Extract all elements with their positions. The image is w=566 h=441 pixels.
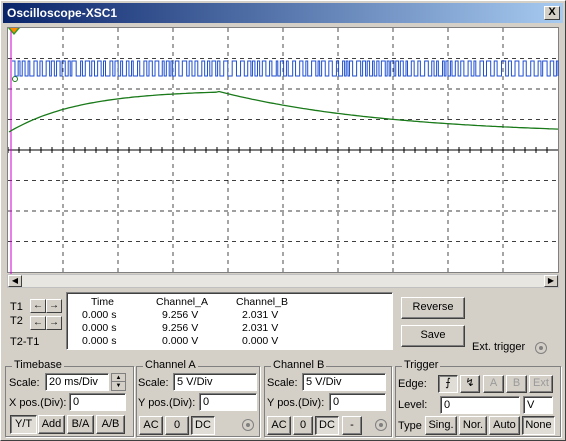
t2-t1-channel-a: 0.000 V [162,335,199,347]
trigger-level-field[interactable]: 0 [440,396,520,414]
ext-trigger-terminal-icon[interactable] [535,342,547,354]
trigger-level-unit[interactable]: V [523,396,553,414]
header-channel-a: Channel_A [156,296,208,308]
scope-graticule [8,28,559,274]
horizontal-scrollbar[interactable]: ◀ ▶ [7,274,559,288]
channel-b-title: Channel B [271,359,327,371]
trigger-source-a-button[interactable]: A [483,375,504,393]
channel-b-zero-button[interactable]: 0 [293,416,313,435]
t2-move-right-icon[interactable]: → [46,316,62,330]
timebase-scale-spinner[interactable]: ▲ ▼ [111,373,126,391]
channel-b-ac-button[interactable]: AC [267,416,291,435]
trigger-single-button[interactable]: Sing. [425,416,457,435]
channel-b-trace [8,90,559,133]
channel-b-scale-field[interactable]: 5 V/Div [302,373,386,391]
header-time: Time [91,296,114,308]
scroll-left-icon[interactable]: ◀ [8,275,22,287]
trigger-type-label: Type [398,420,422,432]
save-button[interactable]: Save [401,325,465,347]
trigger-source-b-button[interactable]: B [506,375,527,393]
channel-a-ac-button[interactable]: AC [139,416,163,435]
t2-t1-label: T2-T1 [10,336,40,348]
rising-edge-icon[interactable]: ⨍ [438,375,458,393]
ext-trigger-label: Ext. trigger [472,341,526,353]
oscilloscope-window: Oscilloscope-XSC1 X ◀ ▶ T1 T2 T2-T1 ← → … [0,0,566,441]
trigger-normal-button[interactable]: Nor. [459,416,487,435]
channel-a-scale-field[interactable]: 5 V/Div [173,373,257,391]
timebase-xpos-label: X pos.(Div): [9,397,67,409]
trigger-level-label: Level: [398,399,428,411]
channel-b-terminal-icon[interactable] [375,419,387,431]
falling-edge-icon[interactable]: ↯ [460,375,480,393]
measurement-table: Time Channel_A Channel_B 0.000 s 9.256 V… [66,292,393,350]
trigger-source-ext-button[interactable]: Ext [529,375,553,393]
trigger-none-button[interactable]: None [522,416,555,435]
spin-up-icon[interactable]: ▲ [112,374,125,382]
timebase-title: Timebase [12,359,64,371]
channel-a-terminal-icon[interactable] [242,419,254,431]
scope-display[interactable] [7,27,559,274]
t2-label: T2 [10,315,23,327]
mode-add-button[interactable]: Add [38,415,65,434]
t1-label: T1 [10,301,23,313]
trigger-edge-label: Edge: [398,378,427,390]
t2-t1-time: 0.000 s [82,335,117,347]
title-bar[interactable]: Oscilloscope-XSC1 X [3,3,563,23]
t2-channel-a: 9.256 V [162,322,199,334]
reverse-button[interactable]: Reverse [401,297,465,319]
close-button[interactable]: X [544,6,560,20]
scroll-right-icon[interactable]: ▶ [544,275,558,287]
trigger-title: Trigger [402,359,441,371]
t1-time: 0.000 s [82,309,117,321]
window-title: Oscilloscope-XSC1 [7,6,118,20]
header-channel-b: Channel_B [236,296,288,308]
channel-a-title: Channel A [143,359,198,371]
t1-move-left-icon[interactable]: ← [30,299,46,313]
channel-a-dc-button[interactable]: DC [191,416,215,435]
mode-yt-button[interactable]: Y/T [10,415,37,434]
timebase-xpos-field[interactable]: 0 [69,393,126,411]
channel-a-trace [12,60,559,77]
t1-channel-a: 9.256 V [162,309,199,321]
channel-a-scale-label: Scale: [138,377,169,389]
channel-a-zero-button[interactable]: 0 [165,416,189,435]
channel-b-minus-button[interactable]: - [342,416,362,435]
timebase-scale-label: Scale: [9,377,40,389]
spin-down-icon[interactable]: ▼ [112,382,125,390]
channel-b-ypos-field[interactable]: 0 [329,393,386,411]
channel-a-ypos-field[interactable]: 0 [199,393,257,411]
t1-channel-b: 2.031 V [242,309,279,321]
mode-ba-button[interactable]: B/A [67,415,94,434]
channel-b-ypos-label: Y pos.(Div): [267,397,325,409]
t2-move-left-icon[interactable]: ← [30,316,46,330]
t2-time: 0.000 s [82,322,117,334]
t1-move-right-icon[interactable]: → [46,299,62,313]
trigger-auto-button[interactable]: Auto [489,416,520,435]
channel-b-scale-label: Scale: [267,377,298,389]
timebase-scale-field[interactable]: 20 ms/Div [45,373,109,391]
channel-b-dc-button[interactable]: DC [315,416,339,435]
t2-t1-channel-b: 0.000 V [242,335,279,347]
channel-b-position-marker[interactable] [12,76,18,82]
channel-a-ypos-label: Y pos.(Div): [138,397,196,409]
mode-ab-button[interactable]: A/B [96,415,125,434]
t2-channel-b: 2.031 V [242,322,279,334]
